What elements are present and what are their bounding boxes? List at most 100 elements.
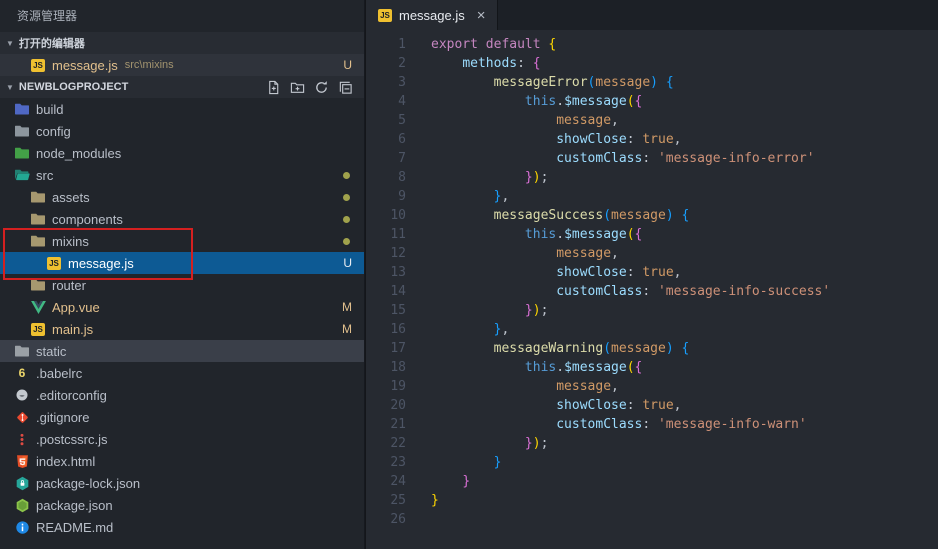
git-status-badge: U	[343, 58, 352, 72]
code-line: 4 this.$message({	[366, 92, 938, 111]
code-line: 17 messageWarning(message) {	[366, 339, 938, 358]
tree-item-label: index.html	[36, 453, 96, 469]
tree-item-.babelrc[interactable]: 6 .babelrc	[0, 362, 364, 384]
refresh-button[interactable]	[313, 79, 330, 96]
line-content: }	[493, 455, 502, 470]
tree-item-App.vue[interactable]: App.vue M	[0, 296, 364, 318]
line-number: 7	[398, 151, 406, 166]
code-line: 23 }	[366, 453, 938, 472]
tree-item-src[interactable]: src	[0, 164, 364, 186]
folder-icon	[30, 277, 46, 293]
open-editor-file-path: src\mixins	[124, 59, 174, 71]
tree-item-assets[interactable]: assets	[0, 186, 364, 208]
line-number: 2	[398, 56, 406, 71]
npm-lock-icon	[14, 475, 30, 491]
tree-item-build[interactable]: build	[0, 98, 364, 120]
code-line: 6 showClose: true,	[366, 130, 938, 149]
project-name: NEWBLOGPROJECT	[18, 81, 129, 93]
tree-item-label: mixins	[52, 233, 89, 249]
line-number: 17	[390, 341, 406, 356]
tree-item-package-lock.json[interactable]: package-lock.json	[0, 472, 364, 494]
editorconfig-icon	[14, 387, 30, 403]
js-icon: JS	[46, 255, 62, 271]
line-number: 26	[390, 512, 406, 527]
line-content: }	[462, 474, 471, 489]
line-content: message,	[556, 246, 619, 261]
code-line: 7 customClass: 'message-info-error'	[366, 149, 938, 168]
code-area[interactable]: 1 export default {2 methods: {3 messageEr…	[366, 30, 938, 529]
tree-item-.editorconfig[interactable]: .editorconfig	[0, 384, 364, 406]
js-file-icon: JS	[30, 57, 46, 73]
line-number: 6	[398, 132, 406, 147]
editor-area[interactable]: JS message.js × 1 export default {2 metho…	[366, 0, 938, 549]
line-number: 21	[390, 417, 406, 432]
tree-item-config[interactable]: config	[0, 120, 364, 142]
line-number: 25	[390, 493, 406, 508]
code-line: 25}	[366, 491, 938, 510]
line-content: customClass: 'message-info-warn'	[556, 417, 807, 432]
new-folder-button[interactable]	[289, 79, 306, 96]
tree-item-.postcssrc.js[interactable]: .postcssrc.js	[0, 428, 364, 450]
tree-item-router[interactable]: router	[0, 274, 364, 296]
tree-item-label: message.js	[68, 255, 134, 271]
tree-item-label: .babelrc	[36, 365, 83, 381]
line-content: showClose: true,	[556, 398, 682, 413]
line-number: 18	[390, 360, 406, 375]
chevron-down-icon: ▼	[6, 82, 14, 92]
code-line: 9 },	[366, 187, 938, 206]
modified-dot-badge	[343, 237, 350, 245]
git-status-badge: M	[342, 322, 352, 336]
tree-item-.gitignore[interactable]: .gitignore	[0, 406, 364, 428]
tree-item-label: src	[36, 167, 54, 183]
code-line: 14 customClass: 'message-info-success'	[366, 282, 938, 301]
open-editor-file-name: message.js	[52, 57, 118, 73]
line-content: messageWarning(message) {	[493, 341, 690, 356]
line-content: }	[431, 493, 439, 508]
line-content: showClose: true,	[556, 265, 682, 280]
tree-item-label: build	[36, 101, 64, 117]
line-content: this.$message({	[524, 227, 643, 242]
line-number: 13	[390, 265, 406, 280]
tree-item-label: README.md	[36, 519, 114, 535]
tree-item-mixins[interactable]: mixins	[0, 230, 364, 252]
explorer-sidebar: 资源管理器 ▼ 打开的编辑器 JS message.js src\mixins …	[0, 0, 365, 549]
line-number: 5	[398, 113, 406, 128]
tree-item-components[interactable]: components	[0, 208, 364, 230]
git-status-badge: U	[343, 256, 352, 270]
line-number: 15	[390, 303, 406, 318]
modified-dot-badge	[343, 215, 350, 223]
folder-icon	[30, 189, 46, 205]
tree-item-package.json[interactable]: package.json	[0, 494, 364, 516]
collapse-all-button[interactable]	[337, 79, 354, 96]
line-number: 19	[390, 379, 406, 394]
tab-message-js[interactable]: JS message.js ×	[366, 0, 498, 30]
tree-item-README.md[interactable]: README.md	[0, 516, 364, 538]
code-line: 20 showClose: true,	[366, 396, 938, 415]
line-number: 3	[398, 75, 406, 90]
git-icon	[14, 409, 30, 425]
line-number: 22	[390, 436, 406, 451]
tree-item-main.js[interactable]: JS main.js M	[0, 318, 364, 340]
line-content: });	[524, 303, 549, 318]
code-line: 18 this.$message({	[366, 358, 938, 377]
line-content: messageSuccess(message) {	[493, 208, 690, 223]
tree-item-static[interactable]: static	[0, 340, 364, 362]
open-editors-header-label: 打开的编辑器	[18, 38, 85, 50]
line-content: customClass: 'message-info-error'	[556, 151, 815, 166]
code-line: 13 showClose: true,	[366, 263, 938, 282]
code-line: 16 },	[366, 320, 938, 339]
tree-item-node-modules[interactable]: node_modules	[0, 142, 364, 164]
tree-item-label: components	[52, 211, 123, 227]
tree-item-message.js[interactable]: JS message.js U	[0, 252, 364, 274]
chevron-down-icon: ▼	[6, 38, 14, 48]
tree-item-label: node_modules	[36, 145, 122, 161]
project-section-header[interactable]: ▼ NEWBLOGPROJECT	[0, 76, 364, 98]
html-icon	[14, 453, 30, 469]
line-content: });	[524, 170, 549, 185]
tree-item-index.html[interactable]: index.html	[0, 450, 364, 472]
collapse-all-icon	[338, 79, 354, 95]
new-file-button[interactable]	[265, 79, 282, 96]
close-icon[interactable]: ×	[477, 8, 486, 23]
open-editors-header[interactable]: ▼ 打开的编辑器	[0, 32, 364, 54]
open-editor-item[interactable]: JS message.js src\mixins U	[0, 54, 364, 76]
